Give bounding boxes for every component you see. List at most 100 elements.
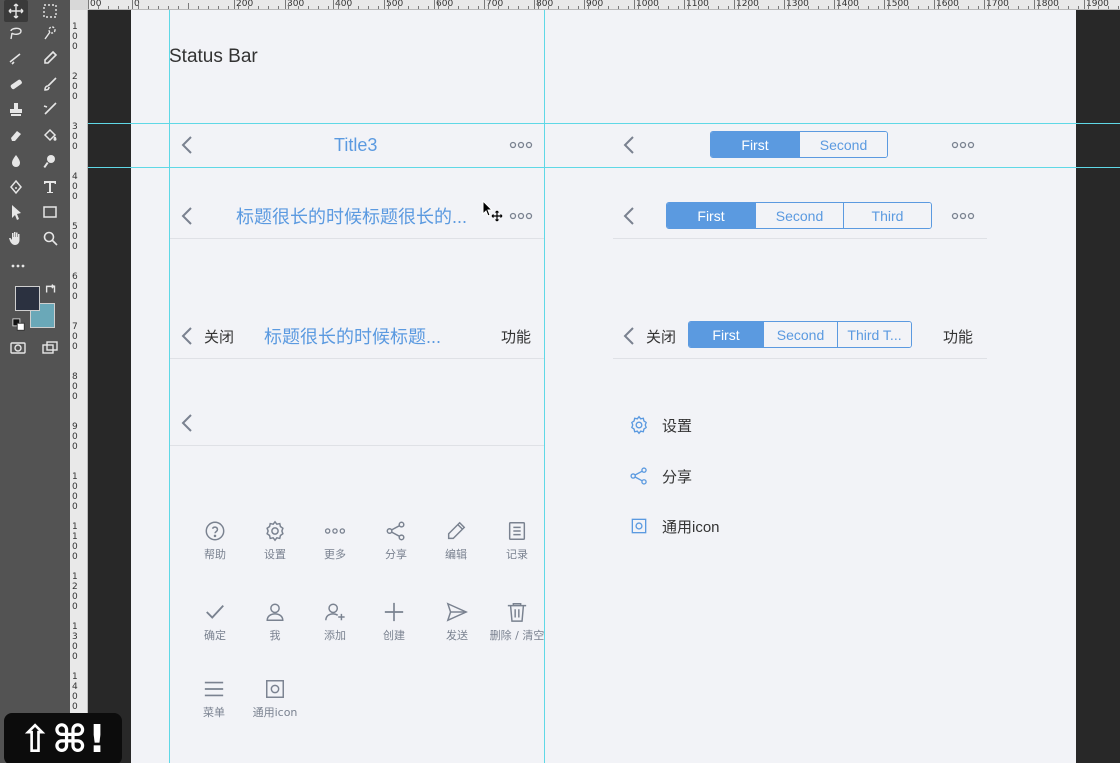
horizontal-ruler: 00 0 200 300 400 500 600 700 800 900 1000 1100 1200 1… bbox=[88, 0, 1120, 10]
toolbar-action-edit[interactable]: 编辑 bbox=[425, 520, 487, 562]
segment-second[interactable]: Second bbox=[755, 203, 843, 228]
nav-title-long: 标题很长的时候标题很长的... bbox=[236, 207, 468, 227]
toolbar-action-menu[interactable]: 菜单 bbox=[183, 678, 245, 720]
foreground-color-swatch[interactable] bbox=[15, 286, 40, 311]
function-button[interactable]: 功能 bbox=[501, 326, 531, 347]
back-chevron-icon[interactable] bbox=[181, 135, 193, 155]
ruler-minor-tick bbox=[458, 6, 459, 9]
ruler-tick bbox=[584, 0, 585, 9]
horizontal-guide[interactable] bbox=[88, 123, 1120, 124]
ruler-label: 1100 bbox=[72, 522, 78, 562]
default-colors-icon[interactable] bbox=[12, 318, 26, 332]
ruler-minor-tick bbox=[138, 3, 139, 9]
back-chevron-icon[interactable] bbox=[623, 206, 635, 226]
segmented-control-2[interactable]: First Second bbox=[710, 131, 888, 158]
more-tools-icon[interactable] bbox=[6, 255, 30, 277]
lasso-tool-icon[interactable] bbox=[4, 22, 28, 44]
ruler-minor-tick bbox=[158, 6, 159, 9]
dodge-tool-icon[interactable] bbox=[38, 150, 62, 172]
ruler-tick bbox=[285, 0, 286, 9]
icon-label: 确定 bbox=[204, 629, 226, 642]
paint-bucket-tool-icon[interactable] bbox=[38, 124, 62, 146]
menu-item-generic[interactable]: 通用icon bbox=[628, 515, 720, 537]
segment-third[interactable]: Third T... bbox=[837, 322, 911, 347]
toolbar-action-more[interactable]: 更多 bbox=[304, 520, 366, 562]
segment-second[interactable]: Second bbox=[799, 132, 887, 157]
function-button[interactable]: 功能 bbox=[943, 326, 973, 347]
ruler-minor-tick bbox=[128, 6, 129, 9]
nav-title: Title3 bbox=[334, 134, 378, 155]
quick-select-tool-icon[interactable] bbox=[38, 22, 62, 44]
history-brush-tool-icon[interactable] bbox=[38, 98, 62, 120]
generic-icon bbox=[264, 678, 286, 700]
zoom-tool-icon[interactable] bbox=[38, 227, 62, 249]
ruler-minor-tick bbox=[268, 6, 269, 9]
ruler-minor-tick bbox=[108, 6, 109, 9]
horizontal-guide[interactable] bbox=[88, 167, 1120, 168]
ruler-minor-tick bbox=[878, 6, 879, 9]
pen-tool-icon[interactable] bbox=[4, 176, 28, 198]
ruler-minor-tick bbox=[618, 6, 619, 9]
more-dots-icon[interactable] bbox=[951, 141, 975, 149]
healing-brush-tool-icon[interactable] bbox=[4, 73, 28, 95]
segment-first[interactable]: First bbox=[689, 322, 763, 347]
ruler-label: 1400 bbox=[72, 672, 78, 712]
move-tool-icon[interactable] bbox=[4, 0, 28, 22]
trash-icon bbox=[506, 601, 528, 623]
more-dots-icon[interactable] bbox=[509, 141, 533, 149]
marquee-tool-icon[interactable] bbox=[38, 0, 62, 22]
toolbar-action-plus[interactable]: 创建 bbox=[363, 601, 425, 643]
segmented-control-3-truncated[interactable]: First Second Third T... bbox=[688, 321, 912, 348]
ruler-tick bbox=[384, 0, 385, 9]
path-select-tool-icon[interactable] bbox=[4, 201, 28, 223]
toolbar-action-trash[interactable]: 删除 / 清空 bbox=[486, 601, 548, 643]
toolbar-action-help[interactable]: 帮助 bbox=[184, 520, 246, 562]
back-chevron-icon[interactable] bbox=[181, 413, 193, 433]
swap-colors-icon[interactable] bbox=[44, 282, 58, 296]
segment-first[interactable]: First bbox=[711, 132, 799, 157]
toolbar-action-user[interactable]: 我 bbox=[244, 601, 306, 643]
eyedropper-tool-icon[interactable] bbox=[38, 47, 62, 69]
toolbar-action-gear[interactable]: 设置 bbox=[244, 520, 306, 562]
ruler-minor-tick bbox=[388, 3, 389, 9]
close-button[interactable]: 关闭 bbox=[204, 326, 234, 347]
back-chevron-icon[interactable] bbox=[623, 135, 635, 155]
type-tool-icon[interactable] bbox=[38, 176, 62, 198]
brush-tool-icon[interactable] bbox=[38, 73, 62, 95]
back-chevron-icon[interactable] bbox=[181, 326, 193, 346]
toolbar-action-share[interactable]: 分享 bbox=[365, 520, 427, 562]
segmented-control-3[interactable]: First Second Third bbox=[666, 202, 932, 229]
screen-mode-icon[interactable] bbox=[38, 337, 62, 359]
ruler-label: 300 bbox=[72, 122, 78, 152]
segment-second[interactable]: Second bbox=[763, 322, 837, 347]
back-chevron-icon[interactable] bbox=[181, 206, 193, 226]
rectangle-tool-icon[interactable] bbox=[38, 201, 62, 223]
toolbar-action-check[interactable]: 确定 bbox=[184, 601, 246, 643]
more-dots-icon[interactable] bbox=[951, 212, 975, 220]
ruler-minor-tick bbox=[648, 6, 649, 9]
toolbar-action-add-user[interactable]: 添加 bbox=[304, 601, 366, 643]
more-dots-icon[interactable] bbox=[509, 212, 533, 220]
ruler-minor-tick bbox=[408, 6, 409, 9]
ruler-minor-tick bbox=[338, 3, 339, 9]
toolbar-action-send[interactable]: 发送 bbox=[426, 601, 488, 643]
segment-first[interactable]: First bbox=[667, 203, 755, 228]
back-chevron-icon[interactable] bbox=[623, 326, 635, 346]
menu-item-settings[interactable]: 设置 bbox=[628, 414, 692, 436]
menu-item-share[interactable]: 分享 bbox=[628, 465, 692, 487]
hand-tool-icon[interactable] bbox=[4, 227, 28, 249]
quick-mask-icon[interactable] bbox=[6, 337, 30, 359]
eraser-tool-icon[interactable] bbox=[4, 124, 28, 146]
ruler-minor-tick bbox=[1088, 3, 1089, 9]
plus-icon bbox=[383, 601, 405, 623]
stamp-tool-icon[interactable] bbox=[4, 98, 28, 120]
ruler-minor-tick bbox=[768, 6, 769, 9]
ruler-minor-tick bbox=[898, 6, 899, 9]
segment-third[interactable]: Third bbox=[843, 203, 931, 228]
share-icon bbox=[385, 520, 407, 542]
toolbar-action-record[interactable]: 记录 bbox=[486, 520, 548, 562]
toolbar-action-generic[interactable]: 通用icon bbox=[244, 678, 306, 720]
crop-tool-icon[interactable] bbox=[4, 47, 28, 69]
close-button[interactable]: 关闭 bbox=[646, 326, 676, 347]
blur-tool-icon[interactable] bbox=[4, 150, 28, 172]
